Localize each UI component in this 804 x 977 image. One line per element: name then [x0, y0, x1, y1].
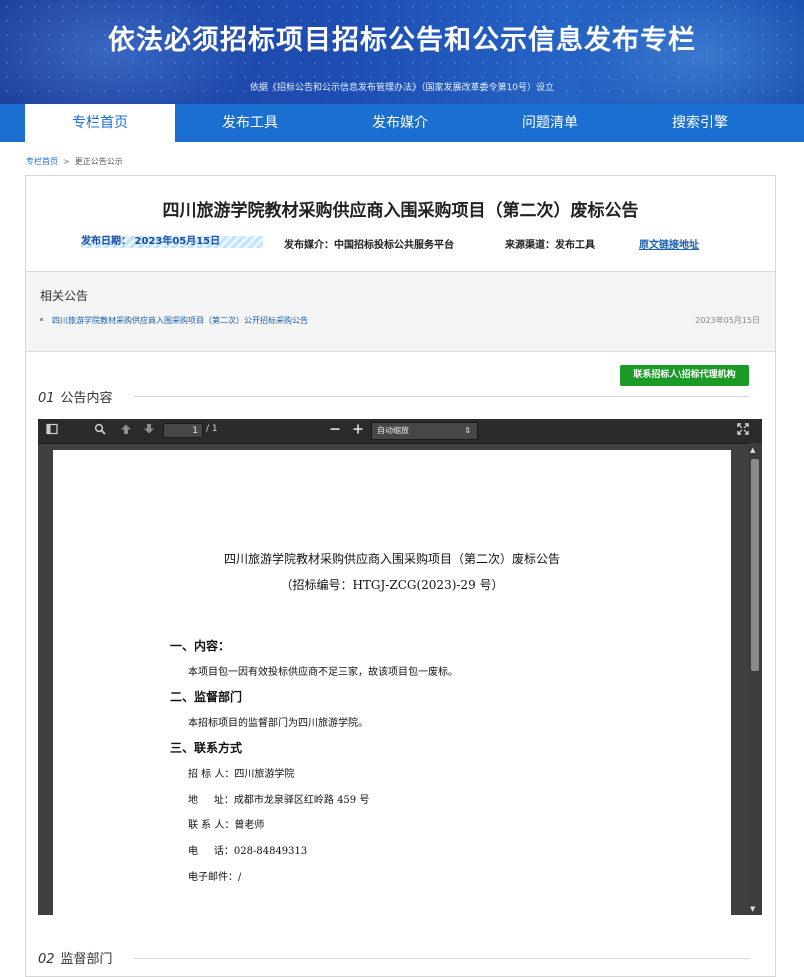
page-number-input[interactable]: 1 — [163, 423, 203, 438]
related-notices: 相关公告 四川旅游学院教材采购供应商入围采购项目（第二次）公开招标采购公告 20… — [26, 272, 775, 351]
doc-address: 地 址：成都市龙泉驿区红岭路 459 号 — [188, 795, 370, 806]
pdf-toolbar: 1 / 1 自动缩放 ⇕ — [38, 419, 762, 444]
doc-heading-content: 一、内容： — [170, 639, 231, 653]
source-link[interactable]: 原文链接地址 — [639, 236, 699, 251]
nav-publish-media[interactable]: 发布媒介 — [325, 104, 475, 142]
scroll-thumb[interactable] — [751, 459, 759, 671]
header-banner: 依法必须招标项目招标公告和公示信息发布专栏 依据《招标公告和公示信息发布管理办法… — [0, 0, 804, 104]
doc-tenderer: 招 标 人：四川旅游学院 — [188, 769, 295, 780]
related-heading: 相关公告 — [40, 289, 89, 303]
breadcrumb: 专栏首页 > 更正公告公示 — [26, 156, 123, 167]
scroll-up-icon[interactable]: ▲ — [750, 446, 755, 454]
nav-issue-list[interactable]: 问题清单 — [475, 104, 625, 142]
fullscreen-icon[interactable] — [735, 423, 751, 439]
contact-tenderer-button[interactable]: 联系招标人\招标代理机构 — [620, 365, 749, 386]
breadcrumb-separator: > — [63, 157, 70, 166]
sidebar-toggle-icon[interactable] — [44, 423, 60, 439]
section-rule — [134, 958, 750, 959]
doc-email: 电子邮件：/ — [188, 872, 242, 883]
breadcrumb-current: 更正公告公示 — [74, 157, 123, 166]
source-channel: 来源渠道：发布工具 — [505, 240, 595, 251]
notice-title: 四川旅游学院教材采购供应商入围采购项目（第二次）废标公告 — [162, 201, 639, 221]
scroll-down-icon[interactable]: ▼ — [750, 905, 755, 913]
pdf-scrollbar[interactable]: ▲ ▼ — [748, 443, 762, 915]
search-icon[interactable] — [92, 423, 108, 439]
zoom-in-icon[interactable] — [350, 423, 366, 439]
breadcrumb-home[interactable]: 专栏首页 — [26, 157, 58, 166]
pdf-page: 四川旅游学院教材采购供应商入围采购项目（第二次）废标公告 （招标编号：HTGJ-… — [53, 450, 731, 920]
banner-subtitle: 依据《招标公告和公示信息发布管理办法》（国家发展改革委令第10号）设立 — [250, 83, 554, 93]
section-rule — [134, 396, 750, 397]
doc-tender-code: （招标编号：HTGJ-ZCG(2023)-29 号） — [280, 578, 504, 592]
divider-related — [26, 351, 775, 352]
banner-title: 依法必须招标项目招标公告和公示信息发布专栏 — [108, 25, 696, 56]
publish-media: 发布媒介：中国招标投标公共服务平台 — [284, 240, 454, 251]
doc-title: 四川旅游学院教材采购供应商入围采购项目（第二次）废标公告 — [223, 552, 560, 566]
publish-date: 发布日期： 2023年05月15日 — [81, 236, 263, 248]
doc-paragraph-supervision: 本招标项目的监督部门为四川旅游学院。 — [188, 718, 368, 729]
doc-phone: 电 话：028-84849313 — [188, 846, 308, 857]
page-total: / 1 — [206, 424, 218, 434]
nav-publish-tools[interactable]: 发布工具 — [175, 104, 325, 142]
section-heading-content: 01 公告内容 — [38, 387, 113, 406]
page-down-icon[interactable] — [141, 423, 157, 439]
bullet-icon — [40, 318, 43, 321]
section-heading-supervision: 02 监督部门 — [38, 948, 113, 967]
doc-paragraph-content: 本项目包一因有效投标供应商不足三家，故该项目包一废标。 — [188, 667, 458, 678]
related-notice-link[interactable]: 四川旅游学院教材采购供应商入围采购项目（第二次）公开招标采购公告 — [52, 315, 308, 326]
doc-heading-contact: 三、联系方式 — [170, 741, 243, 755]
main-nav: 专栏首页 发布工具 发布媒介 问题清单 搜索引擎 — [0, 104, 804, 142]
related-notice-date: 2023年05月15日 — [695, 316, 760, 325]
notice-panel: 四川旅游学院教材采购供应商入围采购项目（第二次）废标公告 发布日期： 2023年… — [25, 175, 776, 977]
zoom-select-value: 自动缩放 — [377, 426, 409, 435]
section-number: 01 — [38, 391, 55, 406]
zoom-out-icon[interactable] — [327, 423, 343, 439]
pdf-viewer: 1 / 1 自动缩放 ⇕ 四川旅游学院教材采购供应商入围采购项目（第二次）废标公… — [38, 419, 762, 920]
chevron-updown-icon: ⇕ — [464, 426, 471, 435]
doc-contact-person: 联 系 人：曾老师 — [188, 820, 265, 831]
nav-home[interactable]: 专栏首页 — [25, 104, 175, 142]
section-label: 公告内容 — [60, 391, 113, 406]
zoom-select[interactable]: 自动缩放 ⇕ — [371, 422, 478, 440]
page-up-icon[interactable] — [118, 423, 134, 439]
nav-search-engine[interactable]: 搜索引擎 — [625, 104, 775, 142]
doc-heading-supervision: 二、监督部门 — [170, 690, 243, 704]
